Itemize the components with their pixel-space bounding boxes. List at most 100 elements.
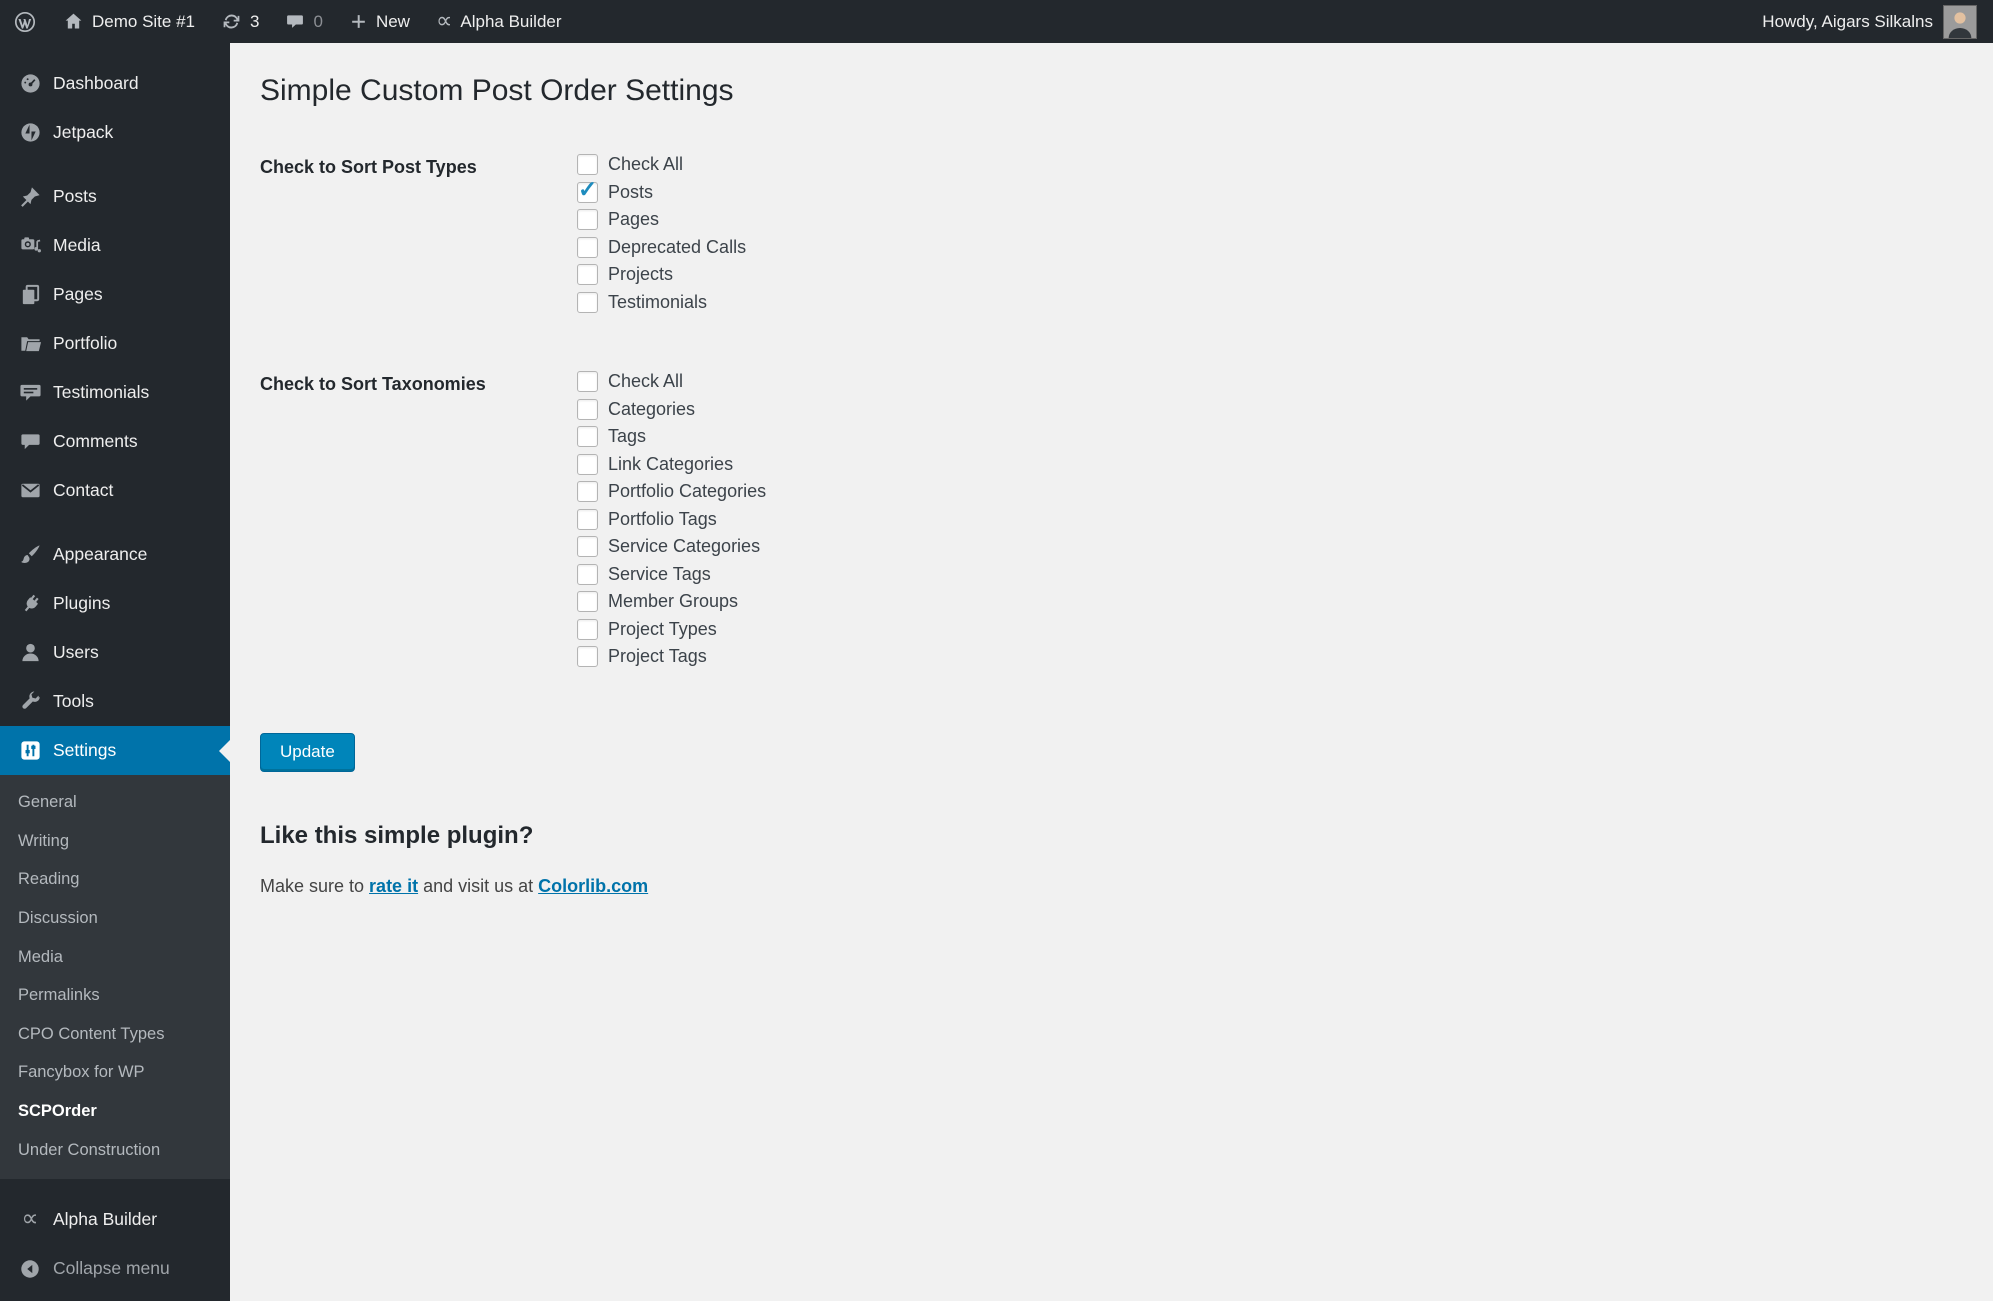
submenu-item-writing[interactable]: Writing	[0, 822, 230, 861]
sidebar-item-tools[interactable]: Tools	[0, 677, 230, 726]
sidebar-item-label: Plugins	[53, 593, 111, 613]
checkbox-tags[interactable]	[577, 426, 598, 448]
checkbox-row-pages: Pages	[577, 206, 746, 234]
menu-separator	[0, 515, 230, 530]
plus-icon	[352, 15, 365, 28]
checkbox-pages[interactable]	[577, 209, 598, 231]
sidebar-item-label: Appearance	[53, 544, 148, 564]
sidebar-item-contact[interactable]: Contact	[0, 466, 230, 515]
appearance-brush-icon	[17, 543, 43, 566]
submenu-item-fancybox-for-wp[interactable]: Fancybox for WP	[0, 1053, 230, 1092]
checkbox-label: Check All	[608, 154, 684, 175]
update-button[interactable]: Update	[260, 732, 355, 772]
comment-count: 0	[313, 11, 323, 31]
checkbox-project-types[interactable]	[577, 618, 598, 640]
comment-bubble-icon	[287, 14, 304, 28]
submenu-item-under-construction[interactable]: Under Construction	[0, 1131, 230, 1170]
sidebar-item-posts[interactable]: Posts	[0, 172, 230, 221]
comments-indicator[interactable]: 0	[272, 0, 335, 43]
collapse-menu-button[interactable]: Collapse menu	[0, 1244, 230, 1293]
checkbox-service-categories[interactable]	[577, 536, 598, 558]
checkbox-project-tags[interactable]	[577, 646, 598, 668]
sidebar-item-jetpack[interactable]: Jetpack	[0, 108, 230, 157]
promo-heading: Like this simple plugin?	[260, 821, 534, 849]
checkbox-row-tags: Tags	[577, 423, 766, 451]
sidebar-item-comments[interactable]: Comments	[0, 417, 230, 466]
checkbox-row-posts: Posts	[577, 176, 746, 207]
testimonials-icon	[17, 381, 43, 404]
wordpress-menu[interactable]	[0, 0, 50, 43]
submenu-item-reading[interactable]: Reading	[0, 860, 230, 899]
checkbox-row-categories: Categories	[577, 396, 766, 424]
post-types-row: Check to Sort Post Types Check All Posts…	[260, 151, 1953, 316]
checkbox-row-deprecated-calls: Deprecated Calls	[577, 234, 746, 262]
submenu-item-permalinks[interactable]: Permalinks	[0, 976, 230, 1015]
wordpress-logo-icon	[14, 11, 36, 32]
sidebar-item-plugins[interactable]: Plugins	[0, 579, 230, 628]
new-content-menu[interactable]: New	[336, 0, 423, 43]
checkbox-portfolio-categories[interactable]	[577, 481, 598, 503]
submenu-item-scporder[interactable]: SCPOrder	[0, 1092, 230, 1131]
colorlib-link[interactable]: Colorlib.com	[538, 876, 648, 896]
sidebar-item-users[interactable]: Users	[0, 628, 230, 677]
account-menu[interactable]: Howdy, Aigars Silkalns	[1746, 0, 1993, 43]
submenu-item-discussion[interactable]: Discussion	[0, 899, 230, 938]
sidebar-item-label: Dashboard	[53, 73, 139, 93]
sidebar-item-label: Users	[53, 642, 99, 662]
sidebar-item-appearance[interactable]: Appearance	[0, 530, 230, 579]
updates-indicator[interactable]: 3	[208, 0, 272, 43]
checkbox-label: Projects	[608, 264, 674, 285]
sidebar-item-pages[interactable]: Pages	[0, 270, 230, 319]
checkbox-testimonials[interactable]	[577, 291, 598, 313]
checkbox-service-tags[interactable]	[577, 563, 598, 585]
checkbox-check-all[interactable]	[577, 154, 598, 176]
checkbox-row-testimonials: Testimonials	[577, 289, 746, 317]
checkbox-projects[interactable]	[577, 264, 598, 286]
collapse-arrow-icon	[17, 1258, 43, 1280]
updates-icon	[223, 14, 240, 29]
promo-text-before: Make sure to	[260, 875, 370, 896]
checkbox-member-groups[interactable]	[577, 591, 598, 613]
user-avatar	[1943, 4, 1977, 39]
sidebar-item-portfolio[interactable]: Portfolio	[0, 319, 230, 368]
checkbox-label: Project Tags	[608, 646, 707, 667]
checkbox-label: Link Categories	[608, 453, 734, 474]
sidebar-item-label: Jetpack	[53, 122, 114, 142]
admin-sidebar: Dashboard Jetpack Posts Media Pages Port…	[0, 43, 230, 1301]
checkbox-label: Deprecated Calls	[608, 236, 747, 257]
active-item-arrow	[219, 739, 230, 762]
alpha-builder-icon: ∝	[435, 7, 453, 33]
submenu-item-media[interactable]: Media	[0, 938, 230, 977]
media-icon	[17, 234, 43, 257]
checkbox-tax-check-all[interactable]	[577, 371, 598, 393]
sidebar-item-media[interactable]: Media	[0, 221, 230, 270]
alpha-builder-icon: ∝	[21, 1204, 39, 1232]
submenu-item-cpo-content-types[interactable]: CPO Content Types	[0, 1015, 230, 1054]
sidebar-item-label: Alpha Builder	[53, 1209, 158, 1229]
sidebar-item-settings[interactable]: Settings	[0, 726, 230, 775]
checkbox-categories[interactable]	[577, 398, 598, 420]
checkbox-row-project-types: Project Types	[577, 616, 766, 644]
checkbox-deprecated-calls[interactable]	[577, 236, 598, 258]
submenu-item-general[interactable]: General	[0, 783, 230, 822]
checkbox-label: Testimonials	[608, 291, 708, 312]
site-name: Demo Site #1	[92, 11, 195, 31]
checkbox-link-categories[interactable]	[577, 453, 598, 475]
sidebar-item-dashboard[interactable]: Dashboard	[0, 59, 230, 108]
admin-menu: Dashboard Jetpack Posts Media Pages Port…	[0, 43, 230, 1180]
pin-icon	[17, 185, 43, 208]
sidebar-item-alpha-builder[interactable]: ∝ Alpha Builder	[0, 1195, 230, 1244]
post-types-checkbox-list: Check All Posts Pages Deprecated Calls P…	[577, 151, 746, 316]
sidebar-item-label: Posts	[53, 186, 97, 206]
checkbox-row-portfolio-tags: Portfolio Tags	[577, 506, 766, 534]
checkbox-posts[interactable]	[577, 176, 598, 203]
sidebar-item-testimonials[interactable]: Testimonials	[0, 368, 230, 417]
pages-icon	[17, 283, 43, 306]
alpha-builder-toolbar-item[interactable]: ∝ Alpha Builder	[423, 0, 575, 43]
checkbox-row-tax-check-all: Check All	[577, 368, 766, 396]
rate-it-link[interactable]: rate it	[369, 876, 418, 896]
wordpress-admin-screen: Demo Site #1 3 0 New ∝ Alpha Builder How…	[0, 0, 1993, 1301]
settings-sliders-icon	[17, 739, 43, 762]
site-link[interactable]: Demo Site #1	[50, 0, 208, 43]
checkbox-portfolio-tags[interactable]	[577, 508, 598, 530]
